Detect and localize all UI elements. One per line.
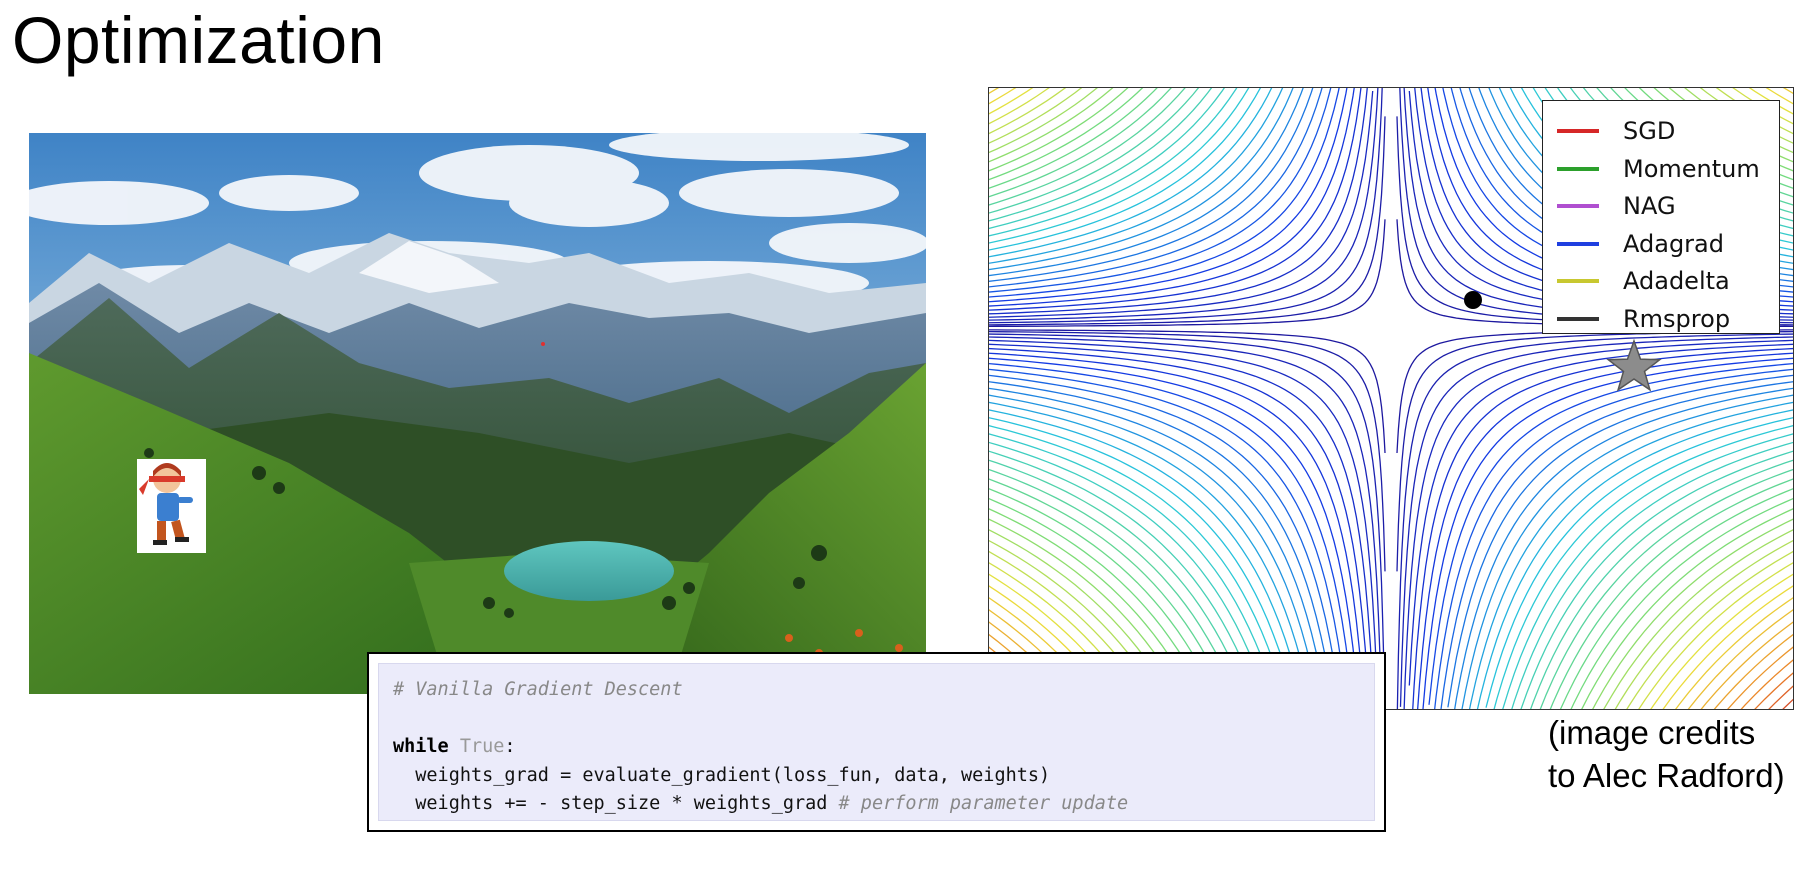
contour-line bbox=[1434, 368, 1793, 709]
code-inline-comment: # perform parameter update bbox=[827, 793, 1129, 814]
code-background: # Vanilla Gradient Descent while True: w… bbox=[378, 663, 1375, 821]
contour-line bbox=[1603, 529, 1793, 709]
slide-title: Optimization bbox=[12, 3, 385, 77]
contour-line bbox=[1662, 585, 1793, 709]
contour-line bbox=[1399, 336, 1793, 707]
legend-item-nag: NAG bbox=[1557, 188, 1676, 224]
legend-label: Adadelta bbox=[1623, 267, 1730, 295]
legend-swatch bbox=[1557, 316, 1599, 321]
contour-line bbox=[1412, 347, 1793, 709]
contour-line bbox=[1614, 539, 1793, 709]
code-keyword-while: while bbox=[393, 736, 449, 757]
contour-line bbox=[1502, 433, 1793, 709]
contour-line bbox=[989, 88, 1017, 105]
contour-line bbox=[989, 116, 1386, 326]
legend-item-adagrad: Adagrad bbox=[1557, 226, 1724, 262]
optimizer-contour-plot: SGD Momentum NAG Adagrad Adadelta Rmsprop bbox=[988, 87, 1794, 710]
contour-line bbox=[1461, 394, 1793, 709]
code-line-gradient: weights_grad = evaluate_gradient(loss_fu… bbox=[393, 764, 1051, 786]
code-snippet: # Vanilla Gradient Descent while True: w… bbox=[367, 652, 1386, 832]
legend-swatch bbox=[1557, 129, 1599, 133]
contour-line bbox=[1638, 562, 1793, 709]
credits-line-1: (image credits bbox=[1548, 714, 1756, 751]
plot-legend: SGD Momentum NAG Adagrad Adadelta Rmsprop bbox=[1542, 100, 1780, 334]
legend-item-adadelta: Adadelta bbox=[1557, 263, 1730, 299]
contour-line bbox=[1422, 357, 1793, 709]
code-comment: # Vanilla Gradient Descent bbox=[393, 679, 683, 700]
contour-line bbox=[1549, 478, 1793, 709]
legend-label: Rmsprop bbox=[1623, 304, 1731, 333]
legend-swatch bbox=[1557, 166, 1599, 171]
contour-line bbox=[989, 88, 1144, 181]
legend-swatch bbox=[1557, 204, 1599, 208]
contour-line bbox=[1539, 468, 1793, 709]
image-credits: (image credits to Alec Radford) bbox=[1548, 711, 1785, 797]
code-colon: : bbox=[504, 736, 516, 757]
contour-line bbox=[989, 88, 1200, 214]
start-point-dot bbox=[1464, 291, 1482, 309]
legend-swatch bbox=[1557, 241, 1599, 246]
blindfolded-hiker-icon bbox=[137, 459, 206, 553]
legend-label: Adagrad bbox=[1623, 229, 1724, 258]
legend-label: Momentum bbox=[1623, 154, 1760, 183]
code-keyword-true: True bbox=[459, 736, 505, 757]
contour-line bbox=[1396, 330, 1793, 572]
contour-line bbox=[1713, 633, 1793, 709]
contour-line bbox=[1396, 333, 1793, 709]
contour-line bbox=[989, 88, 1323, 288]
contour-line bbox=[1687, 609, 1793, 709]
landscape-photo bbox=[29, 133, 926, 694]
credits-line-2: to Alec Radford) bbox=[1548, 757, 1785, 794]
code-text: # Vanilla Gradient Descent while True: w… bbox=[393, 676, 1128, 819]
contour-line bbox=[989, 330, 1386, 572]
contour-line bbox=[1476, 409, 1793, 709]
contour-line bbox=[989, 88, 1304, 277]
contour-line bbox=[989, 88, 1383, 324]
contour-line bbox=[989, 88, 1114, 163]
contour-line bbox=[989, 88, 1284, 264]
contour-line bbox=[1403, 339, 1793, 709]
legend-item-rmsprop: Rmsprop bbox=[1557, 301, 1730, 337]
contour-line bbox=[1727, 646, 1793, 709]
legend-item-momentum: Momentum bbox=[1557, 151, 1760, 187]
legend-label: NAG bbox=[1623, 192, 1676, 220]
legend-label: SGD bbox=[1623, 117, 1676, 145]
code-line-update: weights += - step_size * weights_grad bbox=[393, 793, 828, 814]
legend-swatch bbox=[1557, 279, 1599, 283]
contour-line bbox=[1493, 425, 1793, 709]
legend-item-sgd: SGD bbox=[1557, 113, 1675, 149]
